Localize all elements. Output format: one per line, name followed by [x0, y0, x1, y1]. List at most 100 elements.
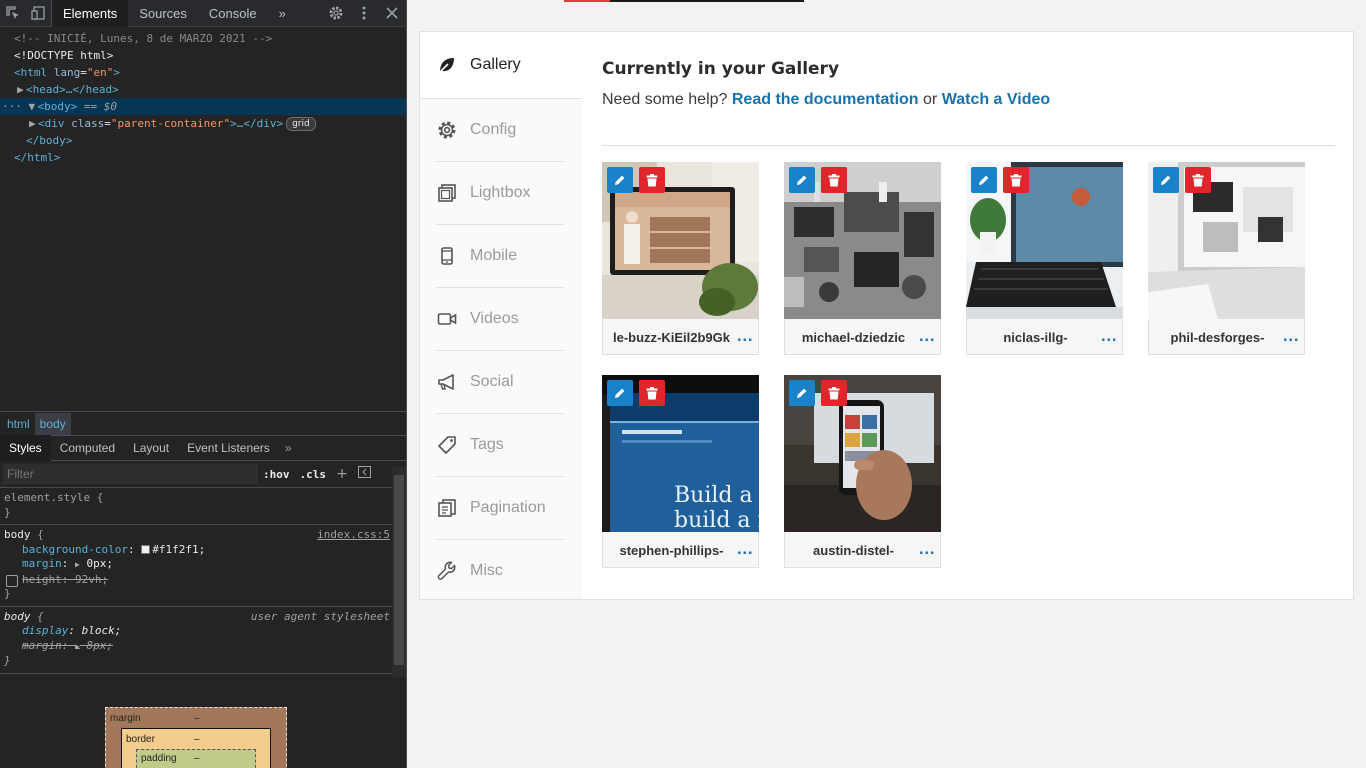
sidebar-item-label: Tags [470, 436, 504, 453]
read-documentation-link[interactable]: Read the documentation [732, 91, 919, 108]
dom-div-line[interactable]: ▶ <div class="parent-container">…</div> gr… [0, 115, 406, 132]
css-source-link[interactable]: index.css:5 [317, 528, 390, 543]
styles-scrollbar[interactable] [392, 467, 406, 677]
dom-html-line[interactable]: <html lang="en"> [0, 64, 406, 81]
trash-icon [828, 173, 840, 186]
dom-html-close-line[interactable]: </html> [0, 149, 406, 166]
watch-video-link[interactable]: Watch a Video [942, 91, 1050, 108]
pagination-icon [436, 497, 458, 519]
collapse-arrow-icon[interactable]: ▼ [29, 98, 38, 115]
toggle-sidebar-icon[interactable] [353, 466, 375, 482]
rule-open-brace: { [30, 609, 44, 623]
sidebar-item-config[interactable]: Config [420, 99, 582, 161]
close-devtools-icon[interactable] [378, 0, 406, 27]
dom-doctype-line[interactable]: <!DOCTYPE html> [0, 47, 406, 64]
prop-margin[interactable]: margin: ▶ 0px; [4, 557, 402, 573]
sidebar-item-label: Misc [470, 562, 503, 579]
divider [602, 145, 1335, 146]
color-swatch[interactable] [141, 544, 151, 554]
pencil-icon [615, 175, 625, 185]
dom-div-tag: <div [38, 117, 65, 130]
dom-body-line-selected[interactable]: ··· ▼ <body> == $0 [0, 98, 406, 115]
tab-console[interactable]: Console [198, 0, 268, 27]
expand-arrow-icon[interactable]: ▶ [75, 560, 80, 569]
device-toolbar-icon[interactable] [26, 0, 52, 27]
user-agent-body-rule[interactable]: body { user agent stylesheet display: bl… [0, 607, 406, 674]
dom-comment: <!-- INICIÉ, Lunes, 8 de MARZO 2021 --> [14, 32, 273, 45]
tab-sources[interactable]: Sources [128, 0, 198, 27]
more-styles-tabs-button[interactable]: » [279, 441, 298, 455]
dom-body-close-line[interactable]: </body> [0, 132, 406, 149]
sidebar-item-lightbox[interactable]: Lightbox [420, 162, 582, 224]
tab-computed[interactable]: Computed [51, 435, 124, 461]
sidebar-item-tags[interactable]: Tags [420, 414, 582, 476]
inspect-element-icon[interactable] [0, 0, 26, 27]
edit-image-button[interactable] [789, 380, 815, 406]
edit-image-button[interactable] [607, 167, 633, 193]
tab-layout[interactable]: Layout [124, 435, 178, 461]
tab-styles[interactable]: Styles [0, 435, 51, 461]
prop-background-color[interactable]: background-color: #f1f2f1; [4, 543, 402, 558]
box-model-padding-value[interactable]: – [194, 753, 200, 764]
more-options-button[interactable]: ... [914, 330, 940, 345]
edit-image-button[interactable] [607, 380, 633, 406]
delete-image-button[interactable] [639, 167, 665, 193]
delete-image-button[interactable] [1003, 167, 1029, 193]
element-style-rule[interactable]: element.style { } [0, 488, 406, 525]
devtools-toolbar: Elements Sources Console » [0, 0, 406, 27]
breadcrumb-html[interactable]: html [2, 413, 35, 435]
more-options-button[interactable]: ... [1096, 330, 1122, 345]
rule-close-brace: } [4, 587, 11, 600]
delete-image-button[interactable] [1185, 167, 1211, 193]
sidebar-item-social[interactable]: Social [420, 351, 582, 413]
gallery-item-caption: phil-desforges- ... [1149, 320, 1304, 355]
edit-image-button[interactable] [1153, 167, 1179, 193]
gallery-item[interactable]: austin-distel- ... [784, 375, 941, 568]
settings-card: Gallery Config Lightbox Mobile Videos So… [419, 31, 1354, 600]
edit-image-button[interactable] [971, 167, 997, 193]
expand-arrow-icon[interactable]: ▶ [17, 81, 26, 98]
sidebar-item-mobile[interactable]: Mobile [420, 225, 582, 287]
tab-event-listeners[interactable]: Event Listeners [178, 435, 279, 461]
gallery-item[interactable]: le-buzz-KiEil2b9Gk ... [602, 162, 759, 355]
more-options-button[interactable]: ... [732, 543, 758, 558]
settings-gear-icon[interactable] [322, 0, 350, 27]
breadcrumb-body[interactable]: body [34, 412, 71, 435]
more-options-button[interactable]: ... [1278, 330, 1304, 345]
cls-toggle-button[interactable]: .cls [295, 468, 332, 481]
more-options-button[interactable]: ... [914, 543, 940, 558]
more-tabs-button[interactable]: » [268, 0, 297, 27]
expand-arrow-icon[interactable]: ▶ [29, 115, 38, 132]
prop-height-disabled[interactable]: height: 92vh; [4, 573, 402, 588]
prop-value: 0px; [86, 557, 113, 570]
box-model-margin-value[interactable]: – [194, 713, 200, 724]
dom-comment-line[interactable]: <!-- INICIÉ, Lunes, 8 de MARZO 2021 --> [0, 30, 406, 47]
sidebar-item-misc[interactable]: Misc [420, 540, 582, 602]
gallery-item[interactable]: phil-desforges- ... [1148, 162, 1305, 355]
styles-filter-input[interactable] [3, 464, 258, 484]
sidebar-item-label: Lightbox [470, 184, 531, 201]
dom-html-close-tag: </html> [14, 151, 61, 164]
kebab-menu-icon[interactable] [350, 0, 378, 27]
edit-image-button[interactable] [789, 167, 815, 193]
trash-icon [646, 386, 658, 399]
more-options-button[interactable]: ... [732, 330, 758, 345]
hov-toggle-button[interactable]: :hov [258, 468, 295, 481]
new-rule-plus-icon[interactable]: + [331, 466, 353, 482]
dom-head-line[interactable]: ▶ <head>…</head> [0, 81, 406, 98]
delete-image-button[interactable] [821, 380, 847, 406]
gallery-item[interactable]: niclas-illg- ... [966, 162, 1123, 355]
delete-image-button[interactable] [639, 380, 665, 406]
gallery-item[interactable]: Build a w build a n stephen-phillips- ..… [602, 375, 759, 568]
property-checkbox[interactable] [6, 574, 18, 587]
delete-image-button[interactable] [821, 167, 847, 193]
body-css-rule[interactable]: body { index.css:5 background-color: #f1… [0, 525, 406, 607]
box-model-border-value[interactable]: – [194, 734, 200, 745]
scrollbar-thumb[interactable] [394, 475, 404, 665]
tab-elements[interactable]: Elements [52, 0, 129, 27]
sidebar-item-videos[interactable]: Videos [420, 288, 582, 350]
sidebar-item-gallery[interactable]: Gallery [420, 32, 582, 98]
gallery-item[interactable]: michael-dziedzic ... [784, 162, 941, 355]
sidebar-item-pagination[interactable]: Pagination [420, 477, 582, 539]
grid-badge[interactable]: grid [286, 117, 316, 131]
